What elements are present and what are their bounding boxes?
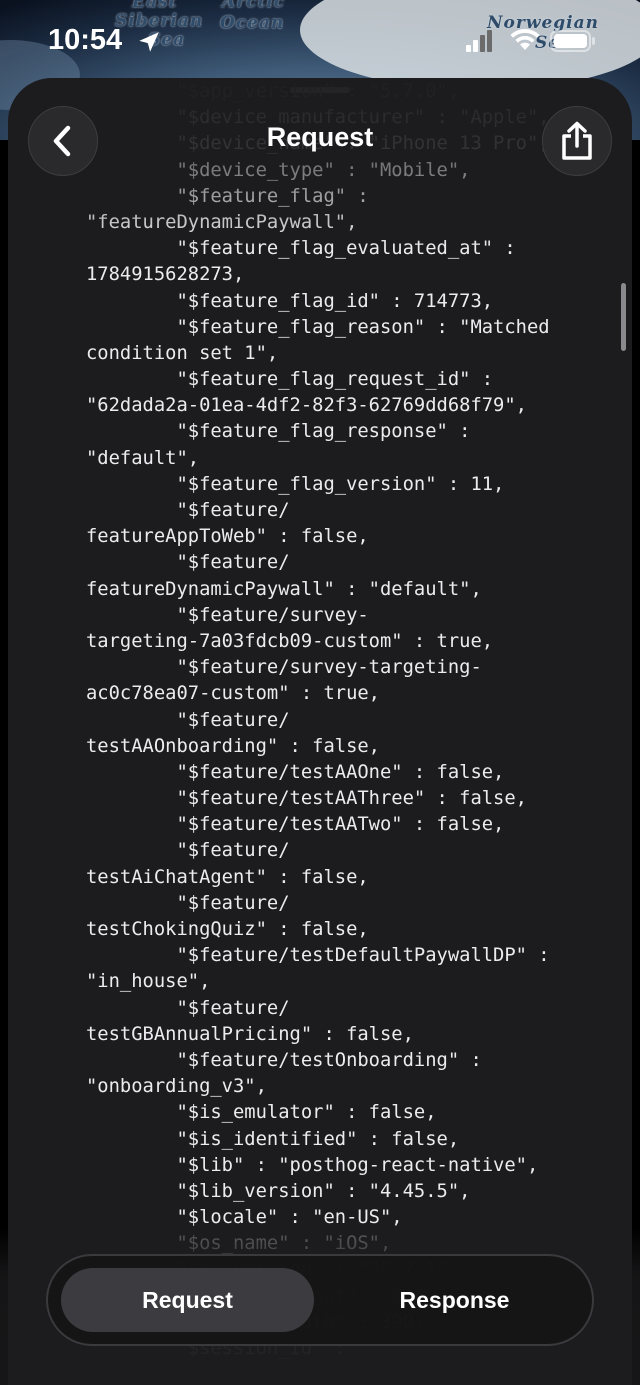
request-body-code: "$app_version" : "5.7.0", "$device_manuf… (86, 79, 606, 1362)
code-line: targeting-7a03fdcb09-custom" : true, (86, 630, 494, 652)
code-line: testChokingQuiz" : false, (86, 919, 369, 940)
code-line: "$feature_flag_request_id" : (86, 369, 494, 391)
code-line: "$feature/ (86, 500, 290, 521)
cellular-signal-icon (466, 30, 492, 52)
code-line: "62dada2a-01ea-4df2-82f3-62769dd68f79", (86, 395, 527, 417)
code-line: "$feature/ (86, 892, 290, 914)
code-line: "$feature/ (86, 709, 290, 731)
code-line: "$feature_flag_version" : 11, (86, 473, 505, 495)
code-line: "$lib_version" : "4.45.5", (86, 1180, 471, 1202)
request-sheet: "$app_version" : "5.7.0", "$device_manuf… (8, 78, 632, 1385)
code-line: testAiChatAgent" : false, (86, 866, 369, 888)
code-line: "$feature/testAATwo" : false, (86, 814, 505, 836)
code-line: "$feature/ (86, 840, 290, 862)
share-icon (562, 121, 592, 160)
status-time: 10:54 (48, 24, 123, 56)
code-line: "$feature_flag" : (86, 185, 369, 207)
code-line: "$feature_flag_reason" : "Matched (86, 316, 550, 338)
code-line: "$feature/testDefaultPaywallDP" : (86, 945, 550, 967)
code-line: condition set 1", (86, 342, 279, 364)
code-line: "$is_identified" : false, (86, 1128, 460, 1150)
page-title: Request (266, 122, 374, 152)
location-arrow-icon (139, 32, 159, 52)
code-line: "$feature/survey-targeting- (86, 657, 482, 679)
code-line: "$feature/survey- (86, 604, 369, 626)
code-line: "default", (86, 447, 200, 469)
code-line: "$is_emulator" : false, (86, 1102, 437, 1124)
code-line: "$app_version" : "5.7.0", (86, 81, 460, 102)
tab-request[interactable]: Request (61, 1268, 314, 1332)
code-line: "onboarding_v3", (86, 1076, 267, 1098)
code-line: "$feature/testOnboarding" : (86, 1049, 482, 1071)
code-line: "featureDynamicPaywall", (86, 211, 358, 233)
code-line: "$feature/ (86, 552, 290, 574)
code-line: ac0c78ea07-custom" : true, (86, 683, 380, 705)
code-line: "$feature_flag_evaluated_at" : (86, 238, 516, 260)
tab-response[interactable]: Response (328, 1268, 581, 1332)
code-line: "$feature/ (86, 997, 290, 1019)
code-line: testAAOnboarding" : false, (86, 735, 380, 757)
scroll-indicator[interactable] (621, 283, 626, 351)
code-line: "$feature_flag_response" : (86, 421, 471, 443)
code-line: featureDynamicPaywall" : "default", (86, 578, 482, 600)
wifi-icon (510, 28, 540, 50)
code-line: featureAppToWeb" : false, (86, 526, 369, 548)
code-line: "in_house", (86, 971, 211, 993)
code-line: "$feature_flag_id" : 714773, (86, 290, 494, 312)
status-bar: 10:54 (0, 0, 640, 80)
share-button[interactable] (542, 106, 612, 176)
battery-icon (550, 30, 595, 52)
code-line: testGBAnnualPricing" : false, (86, 1023, 414, 1045)
code-line: "$device_type" : "Mobile", (86, 159, 471, 181)
code-line: "$feature/testAAOne" : false, (86, 761, 505, 783)
code-line: "$feature/testAAThree" : false, (86, 788, 527, 810)
code-line: 1784915628273, (86, 264, 245, 286)
code-line: "$lib" : "posthog-react-native", (86, 1154, 539, 1176)
request-response-segmented-control: Request Response (46, 1254, 594, 1346)
